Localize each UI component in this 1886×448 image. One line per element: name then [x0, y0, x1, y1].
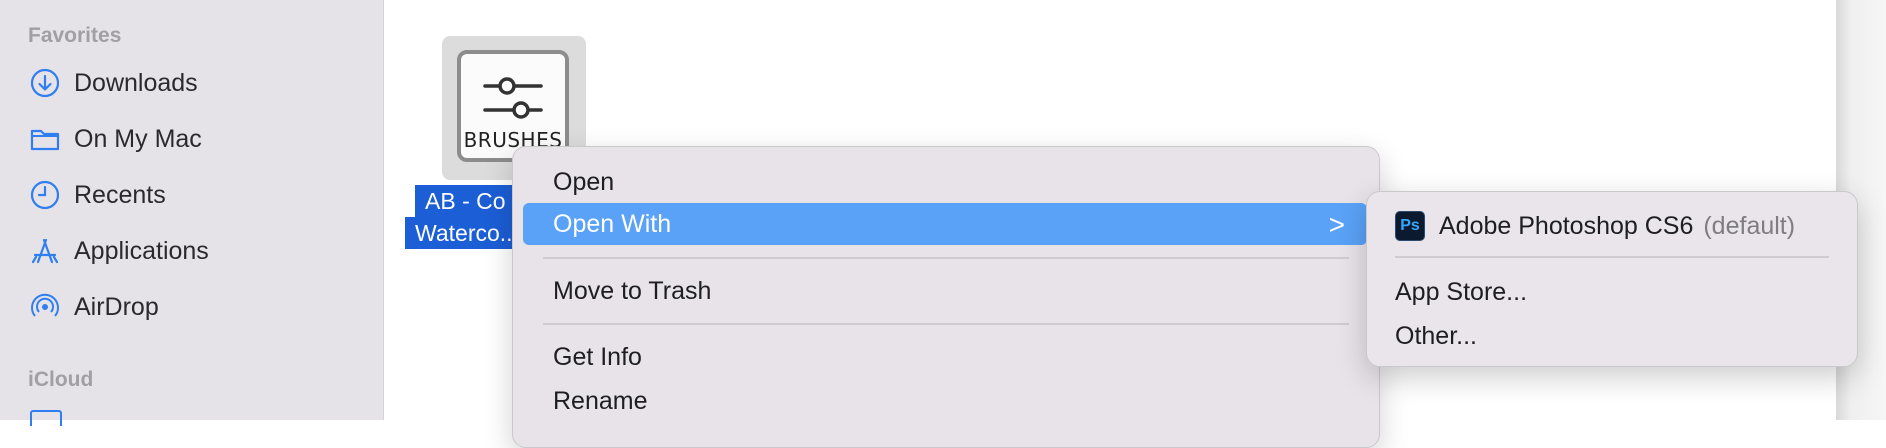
open-with-submenu: Ps Adobe Photoshop CS6 (default) App Sto…	[1366, 191, 1858, 367]
sidebar-item-label: Applications	[74, 236, 209, 265]
sidebar-item-applications[interactable]: Applications	[28, 229, 368, 273]
submenu-item-app-store[interactable]: App Store...	[1395, 272, 1527, 312]
menu-item-label: Open	[553, 167, 615, 196]
sidebar-item-recents[interactable]: Recents	[28, 173, 368, 217]
sidebar-item-airdrop[interactable]: AirDrop	[28, 285, 368, 329]
submenu-item-other[interactable]: Other...	[1395, 316, 1477, 356]
menu-separator	[543, 323, 1349, 325]
context-menu: Open Open With > Move to Trash Get Info …	[512, 146, 1380, 448]
menu-item-label: Rename	[553, 386, 648, 415]
document-icon	[30, 410, 62, 426]
photoshop-app-icon: Ps	[1395, 211, 1425, 241]
app-name: Adobe Photoshop CS6	[1439, 211, 1694, 240]
menu-item-label: Move to Trash	[553, 276, 712, 305]
sidebar-item-downloads[interactable]: Downloads	[28, 61, 368, 105]
sliders-icon	[483, 77, 543, 119]
icloud-section-title: iCloud	[28, 368, 94, 391]
file-name-line2[interactable]: Waterco...	[405, 217, 529, 249]
airdrop-icon	[28, 290, 62, 324]
download-circle-icon	[28, 66, 62, 100]
submenu-item-label: App Store...	[1395, 277, 1528, 306]
sidebar-item-label: AirDrop	[74, 292, 159, 321]
sidebar-item-on-my-mac[interactable]: On My Mac	[28, 117, 368, 161]
file-name-line1[interactable]: AB - Co	[415, 185, 516, 217]
menu-item-label: Get Info	[553, 342, 642, 371]
menu-item-label: Open With	[553, 209, 672, 238]
sidebar-item-label: Recents	[74, 180, 166, 209]
menu-item-move-to-trash[interactable]: Move to Trash	[523, 270, 1367, 312]
menu-item-open-with[interactable]: Open With >	[523, 203, 1367, 245]
favorites-section-title: Favorites	[28, 24, 122, 47]
submenu-separator	[1395, 256, 1829, 258]
sidebar-item-label: On My Mac	[74, 124, 202, 153]
applications-icon	[28, 234, 62, 268]
submenu-item-photoshop[interactable]: Ps Adobe Photoshop CS6 (default)	[1395, 206, 1795, 246]
submenu-item-label: Other...	[1395, 321, 1477, 350]
chevron-right-icon: >	[1328, 209, 1345, 240]
folder-icon	[28, 122, 62, 156]
menu-separator	[543, 257, 1349, 259]
menu-item-rename[interactable]: Rename	[523, 380, 1367, 422]
sidebar: Favorites Downloads On My Mac Recents Ap…	[0, 0, 384, 426]
default-tag: (default)	[1703, 211, 1796, 240]
menu-item-open[interactable]: Open	[523, 161, 1367, 203]
menu-item-get-info[interactable]: Get Info	[523, 336, 1367, 378]
clock-icon	[28, 178, 62, 212]
sidebar-item-label: Downloads	[74, 68, 198, 97]
